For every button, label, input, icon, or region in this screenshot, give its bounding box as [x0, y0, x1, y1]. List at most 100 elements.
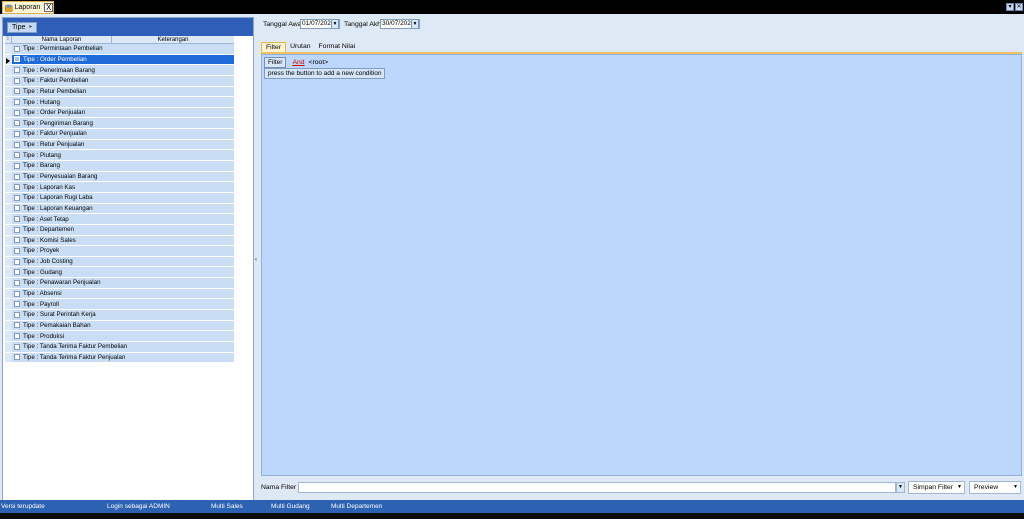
cell-nama-laporan[interactable]: Tipe : Pemakaian Bahan [12, 321, 112, 331]
table-row[interactable]: Tipe : Laporan Rugi Laba [5, 192, 234, 204]
grid-indicator-header-icon[interactable]: ⁞ [5, 36, 12, 43]
expand-checkbox-icon[interactable] [14, 141, 20, 148]
cell-keterangan[interactable] [112, 342, 234, 352]
table-row[interactable]: Tipe : Penawaran Penjualan [5, 278, 234, 289]
group-chip-tipe[interactable]: Tipe ▸ [7, 22, 38, 33]
row-indicator[interactable] [5, 161, 12, 171]
table-row[interactable]: Tipe : Permintaan Pembelian [5, 44, 234, 55]
row-indicator[interactable] [5, 182, 12, 192]
cell-nama-laporan[interactable]: Tipe : Proyek [12, 246, 112, 256]
cell-nama-laporan[interactable]: Tipe : Faktur Penjualan [12, 129, 112, 139]
cell-nama-laporan[interactable]: Tipe : Order Pembelian [12, 55, 112, 65]
expand-checkbox-icon[interactable] [14, 205, 20, 212]
cell-nama-laporan[interactable]: Tipe : Order Penjualan [12, 108, 112, 118]
cell-keterangan[interactable] [112, 140, 234, 150]
column-header-nama-laporan[interactable]: Nama Laporan [12, 36, 112, 43]
cell-keterangan[interactable] [112, 267, 234, 277]
row-indicator[interactable] [5, 129, 12, 139]
cell-nama-laporan[interactable]: Tipe : Aset Tetap [12, 214, 112, 224]
document-tab-laporan[interactable]: Laporan X [2, 1, 54, 14]
table-row[interactable]: Tipe : Produksi [5, 331, 234, 342]
row-indicator[interactable] [5, 278, 12, 288]
cell-keterangan[interactable] [112, 331, 234, 341]
cell-keterangan[interactable] [112, 150, 234, 160]
row-indicator[interactable] [5, 44, 12, 54]
row-indicator[interactable] [5, 150, 12, 161]
row-indicator[interactable] [5, 352, 12, 363]
cell-nama-laporan[interactable]: Tipe : Payroll [12, 299, 112, 309]
row-indicator[interactable] [5, 203, 12, 214]
table-row[interactable]: Tipe : Faktur Penjualan [5, 129, 234, 140]
row-indicator[interactable] [5, 267, 12, 278]
cell-nama-laporan[interactable]: Tipe : Produksi [12, 331, 112, 341]
cell-nama-laporan[interactable]: Tipe : Hutang [12, 97, 112, 107]
expand-checkbox-icon[interactable] [14, 258, 20, 265]
row-indicator[interactable] [5, 341, 12, 352]
window-close-icon[interactable]: ✕ [1015, 3, 1023, 11]
expand-checkbox-icon[interactable] [14, 45, 20, 52]
cell-nama-laporan[interactable]: Tipe : Tanda Terima Faktur Pembelian [12, 342, 127, 352]
cell-keterangan[interactable] [112, 97, 234, 107]
expand-checkbox-icon[interactable] [14, 109, 20, 116]
cell-keterangan[interactable] [112, 87, 234, 97]
expand-checkbox-icon[interactable] [14, 56, 20, 63]
table-row[interactable]: Tipe : Pemakaian Bahan [5, 320, 234, 332]
expand-checkbox-icon[interactable] [14, 152, 20, 159]
row-indicator[interactable] [5, 75, 12, 86]
cell-nama-laporan[interactable]: Tipe : Permintaan Pembelian [12, 44, 112, 54]
expand-checkbox-icon[interactable] [14, 279, 20, 286]
table-row[interactable]: Tipe : Laporan Keuangan [5, 203, 234, 215]
cell-nama-laporan[interactable]: Tipe : Komisi Sales [12, 236, 112, 246]
cell-keterangan[interactable] [112, 129, 234, 139]
table-row[interactable]: Tipe : Tanda Terima Faktur Penjualan [5, 352, 234, 364]
expand-checkbox-icon[interactable] [14, 173, 20, 180]
cell-keterangan[interactable] [112, 161, 234, 171]
table-row[interactable]: Tipe : Piutang [5, 150, 234, 162]
cell-keterangan[interactable] [112, 257, 234, 267]
preview-button[interactable]: Preview ▼ [969, 481, 1021, 494]
row-indicator[interactable] [5, 310, 12, 320]
table-row[interactable]: Tipe : Penyesuaian Barang [5, 171, 234, 183]
expand-checkbox-icon[interactable] [14, 99, 20, 106]
cell-nama-laporan[interactable]: Tipe : Absensi [12, 289, 112, 299]
expand-checkbox-icon[interactable] [14, 184, 20, 191]
cell-keterangan[interactable] [112, 44, 234, 54]
table-row[interactable]: Tipe : Proyek [5, 246, 234, 257]
cell-nama-laporan[interactable]: Tipe : Penerimaan Barang [12, 65, 112, 75]
cell-keterangan[interactable] [112, 289, 234, 299]
cell-keterangan[interactable] [112, 225, 234, 235]
window-dropdown-icon[interactable]: ▾ [1006, 3, 1014, 11]
row-indicator[interactable] [5, 320, 12, 331]
nama-filter-dropdown-icon[interactable]: ▼ [896, 482, 905, 493]
expand-checkbox-icon[interactable] [14, 269, 20, 276]
table-row[interactable]: Tipe : Barang [5, 161, 234, 172]
row-indicator[interactable] [5, 224, 12, 235]
cell-keterangan[interactable] [112, 55, 234, 65]
end-date-dropdown-icon[interactable]: ▼ [411, 19, 419, 29]
row-indicator[interactable] [5, 235, 12, 246]
table-row[interactable]: Tipe : Order Pembelian [5, 54, 234, 66]
filter-editor[interactable]: Filter And <root> press the button to ad… [261, 54, 1022, 476]
cell-keterangan[interactable] [112, 321, 234, 331]
expand-checkbox-icon[interactable] [14, 333, 20, 340]
cell-keterangan[interactable] [112, 182, 234, 192]
cell-nama-laporan[interactable]: Tipe : Tanda Terima Faktur Penjualan [12, 353, 125, 363]
expand-checkbox-icon[interactable] [14, 290, 20, 297]
table-row[interactable]: Tipe : Job Costing [5, 256, 234, 268]
expand-checkbox-icon[interactable] [14, 162, 20, 169]
expand-checkbox-icon[interactable] [14, 311, 20, 318]
table-row[interactable]: Tipe : Pengiriman Barang [5, 118, 234, 130]
row-indicator[interactable] [5, 54, 12, 65]
cell-keterangan[interactable] [112, 246, 234, 256]
expand-checkbox-icon[interactable] [14, 322, 20, 329]
row-indicator[interactable] [5, 192, 12, 203]
row-indicator[interactable] [5, 107, 12, 118]
cell-keterangan[interactable] [112, 76, 234, 86]
cell-nama-laporan[interactable]: Tipe : Penawaran Penjualan [12, 278, 112, 288]
row-indicator[interactable] [5, 118, 12, 129]
table-row[interactable]: Tipe : Retur Penjualan [5, 139, 234, 151]
cell-nama-laporan[interactable]: Tipe : Retur Pembelian [12, 87, 112, 97]
expand-checkbox-icon[interactable] [14, 237, 20, 244]
column-header-keterangan[interactable]: Keterangan [112, 36, 234, 43]
cell-nama-laporan[interactable]: Tipe : Job Costing [12, 257, 112, 267]
